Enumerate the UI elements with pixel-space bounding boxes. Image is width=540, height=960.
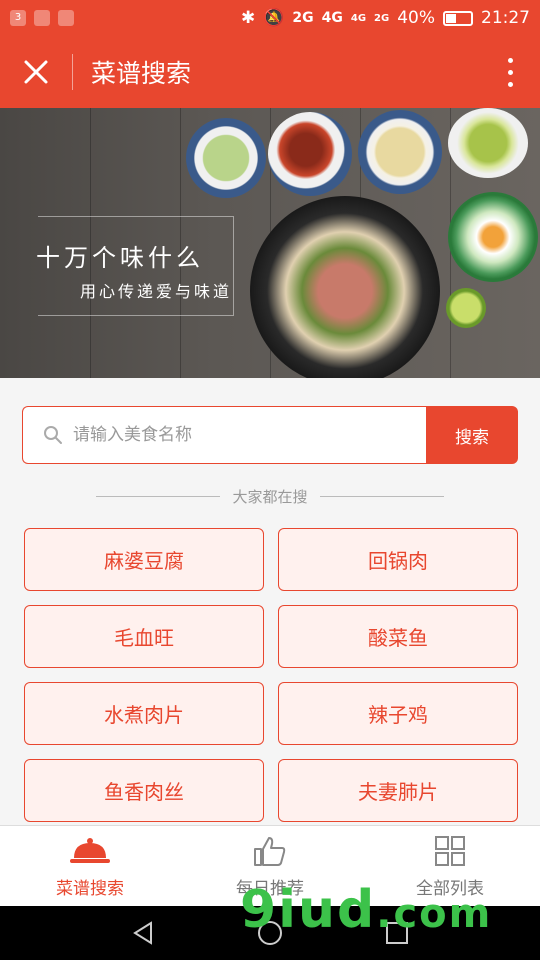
banner-subtitle: 用心传递爱与味道 [80,282,233,301]
page-title: 菜谱搜索 [91,59,192,88]
banner-title: 十万个味什么 [36,244,204,272]
network-indicator-2: 4G [321,10,343,26]
mute-icon: 🔕 [263,8,285,28]
thumbs-up-icon [250,834,290,868]
search-bar: 搜索 [22,406,518,464]
bowl-egg [448,192,538,282]
dish-cover-icon [70,834,110,868]
notification-icon: 3 [10,10,26,26]
close-icon[interactable] [0,36,72,108]
dish-button[interactable]: 夫妻肺片 [278,759,518,822]
bowl-limes [448,108,528,178]
food-banner: 十万个味什么 用心传递爱与味道 [0,108,540,378]
search-input[interactable] [73,425,373,445]
network-indicator-4: 2G [374,12,390,24]
dish-button[interactable]: 酸菜鱼 [278,605,518,668]
more-vertical-icon[interactable] [480,36,540,108]
battery-icon [443,10,473,26]
dish-button[interactable]: 鱼香肉丝 [24,759,264,822]
app-bar-divider [72,54,73,90]
status-bar: 3 ✱ 🔕 2G 4G 4G 2G 40% 21:27 [0,0,540,36]
grid-icon [430,834,470,868]
heading-line-left [96,495,221,497]
bowl-green-onion [186,118,266,198]
tab-recipe-search[interactable]: 菜谱搜索 [0,826,180,906]
search-button[interactable]: 搜索 [426,406,518,464]
dish-button[interactable]: 辣子鸡 [278,682,518,745]
status-notifications: 3 [10,10,74,26]
network-indicator-3: 4G [350,12,367,24]
network-indicator-1: 2G [292,10,314,26]
heading-line-right [319,495,444,497]
bowl-sprouts [358,110,442,194]
lime-slice [446,288,486,328]
hot-searches-label: 大家都在搜 [232,487,308,506]
bowl-sauce [268,112,352,196]
clock: 21:27 [481,8,530,28]
search-icon [44,426,62,444]
bluetooth-icon: ✱ [240,8,256,28]
dish-button[interactable]: 回锅肉 [278,528,518,591]
hot-dish-grid: 麻婆豆腐 回锅肉 毛血旺 酸菜鱼 水煮肉片 辣子鸡 鱼香肉丝 夫妻肺片 [24,528,518,822]
bowl-pho [250,196,440,378]
hot-searches-heading: 大家都在搜 [0,484,540,508]
battery-percent: 40% [397,8,435,28]
dish-button[interactable]: 毛血旺 [24,605,264,668]
search-field[interactable] [22,406,426,464]
app-icon [58,10,74,26]
back-icon[interactable] [129,919,157,947]
tab-label: 菜谱搜索 [56,878,124,899]
app-bar: 菜谱搜索 [0,36,540,108]
dish-button[interactable]: 水煮肉片 [24,682,264,745]
gallery-icon [34,10,50,26]
dish-button[interactable]: 麻婆豆腐 [24,528,264,591]
watermark-logo: 9iud.com [240,880,493,940]
